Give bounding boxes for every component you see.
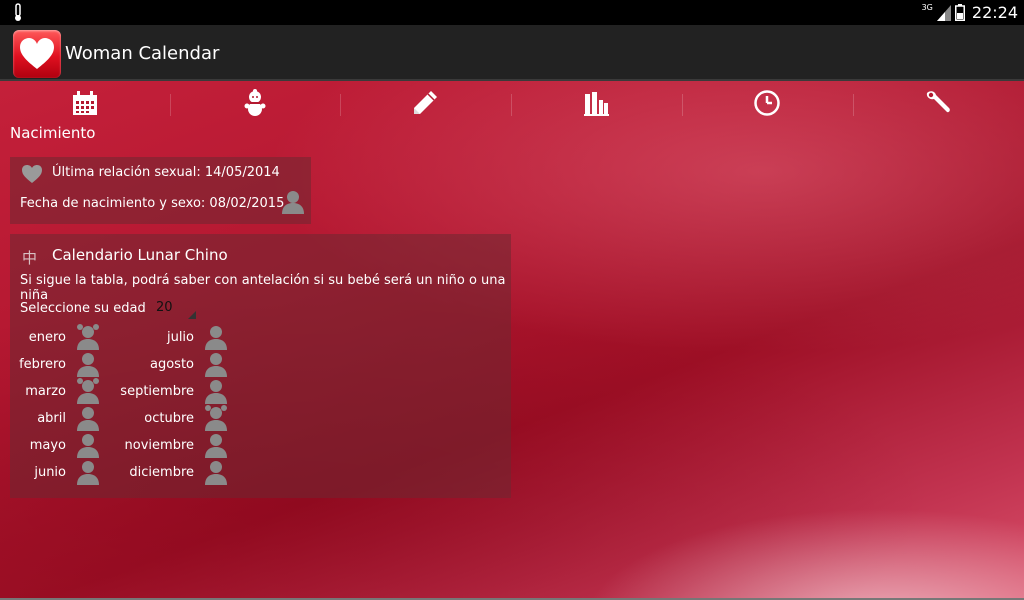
- main-content: Nacimiento Última relación sexual: 14/05…: [0, 81, 1024, 598]
- boy-icon: [205, 461, 227, 485]
- girl-icon: [205, 405, 227, 431]
- boy-icon: [77, 434, 99, 458]
- month-label: octubre: [144, 411, 194, 426]
- month-label: enero: [28, 330, 66, 345]
- lunar-title: Calendario Lunar Chino: [52, 246, 228, 264]
- network-type: 3G: [921, 2, 933, 12]
- tab-reminders[interactable]: [682, 86, 852, 120]
- boy-icon: [77, 461, 99, 485]
- boy-icon: [77, 407, 99, 431]
- nav-toolbar: [0, 86, 1024, 120]
- status-bar: 3G 22:24: [0, 0, 1024, 25]
- lunar-calendar-panel: 中 Calendario Lunar Chino Si sigue la tab…: [10, 234, 511, 498]
- lunar-description: Si sigue la tabla, podrá saber con antel…: [20, 273, 506, 303]
- pencil-icon: [414, 91, 437, 114]
- month-label: marzo: [25, 384, 66, 399]
- thermometer-icon: [15, 3, 21, 21]
- age-label: Seleccione su edad: [20, 301, 146, 316]
- tab-stats[interactable]: [511, 86, 681, 120]
- month-label: abril: [37, 411, 66, 426]
- signal-icon: [936, 4, 951, 21]
- heart-logo-icon[interactable]: [13, 30, 61, 78]
- bar-chart-icon: [584, 92, 609, 116]
- month-label: julio: [166, 330, 194, 345]
- boy-icon: [205, 380, 227, 404]
- month-label: febrero: [19, 357, 66, 372]
- person-icon[interactable]: [282, 190, 304, 214]
- boy-icon: [205, 353, 227, 377]
- girl-icon: [77, 324, 99, 350]
- tab-notes[interactable]: [340, 86, 510, 120]
- month-label: mayo: [29, 438, 66, 453]
- month-label: septiembre: [120, 384, 194, 399]
- dropdown-arrow-icon: [188, 311, 196, 319]
- last-relation-text[interactable]: Última relación sexual: 14/05/2014: [52, 165, 280, 180]
- clock-icon: [754, 90, 780, 116]
- calendar-icon: [73, 91, 97, 115]
- wrench-icon: [926, 91, 950, 113]
- age-value: 20: [156, 300, 173, 315]
- status-clock: 22:24: [971, 3, 1018, 22]
- girl-icon: [77, 378, 99, 404]
- month-label: agosto: [150, 357, 194, 372]
- tab-baby[interactable]: [170, 86, 340, 120]
- age-select[interactable]: 20: [154, 299, 196, 321]
- month-label: diciembre: [129, 465, 194, 480]
- month-label: noviembre: [124, 438, 194, 453]
- app-title: Woman Calendar: [65, 43, 220, 64]
- section-title: Nacimiento: [10, 124, 96, 142]
- summary-panel: Última relación sexual: 14/05/2014 Fecha…: [10, 157, 311, 224]
- battery-icon: [954, 4, 965, 21]
- action-bar: Woman Calendar: [0, 25, 1024, 81]
- boy-icon: [77, 353, 99, 377]
- boy-icon: [205, 434, 227, 458]
- month-label: junio: [34, 465, 66, 480]
- birth-date-text[interactable]: Fecha de nacimiento y sexo: 08/02/2015: [20, 196, 284, 211]
- tab-settings[interactable]: [853, 86, 1023, 120]
- boy-icon: [205, 326, 227, 350]
- baby-icon: [244, 89, 266, 116]
- tab-calendar[interactable]: [0, 86, 170, 120]
- heart-icon: [22, 165, 42, 183]
- chinese-character-icon: 中: [22, 249, 38, 267]
